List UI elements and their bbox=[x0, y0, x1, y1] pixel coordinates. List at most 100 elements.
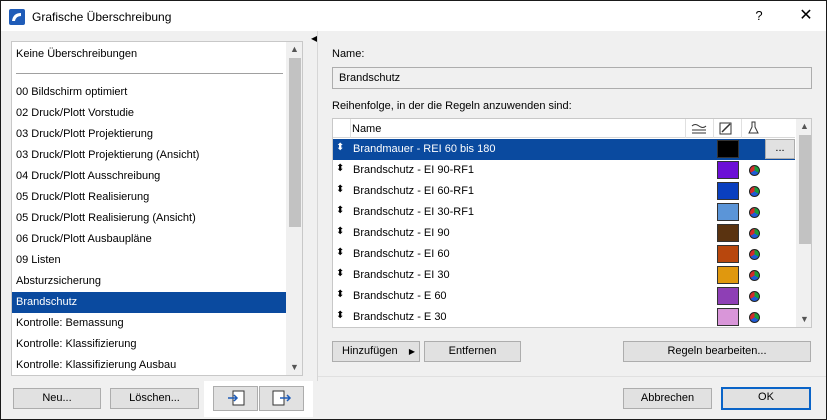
column-name-header[interactable]: Name bbox=[352, 123, 381, 135]
list-item[interactable]: 04 Druck/Plott Ausschreibung bbox=[12, 166, 286, 187]
column-divider bbox=[741, 119, 742, 138]
import-export-bar bbox=[204, 381, 313, 417]
remove-button[interactable]: Entfernen bbox=[424, 341, 521, 362]
rule-name: Brandschutz - EI 30 bbox=[353, 269, 450, 281]
drag-handle-icon[interactable]: ⬍ bbox=[336, 268, 344, 279]
rule-row[interactable]: ⬍ Brandschutz - EI 90-RF1 bbox=[333, 160, 795, 181]
rule-name: Brandschutz - EI 90 bbox=[353, 227, 450, 239]
color-swatch[interactable] bbox=[717, 203, 739, 221]
list-item[interactable]: 03 Druck/Plott Projektierung (Ansicht) bbox=[12, 145, 286, 166]
column-divider bbox=[685, 119, 686, 138]
drag-handle-icon[interactable]: ⬍ bbox=[336, 205, 344, 216]
rule-row[interactable]: ⬍ Brandschutz - EI 30 bbox=[333, 265, 795, 286]
drag-handle-icon[interactable]: ⬍ bbox=[336, 184, 344, 195]
rule-name: Brandschutz - EI 90-RF1 bbox=[353, 164, 475, 176]
rule-row[interactable]: ⬍ Brandmauer - REI 60 bis 180... bbox=[333, 139, 795, 160]
column-divider bbox=[350, 119, 351, 138]
color-swatch[interactable] bbox=[717, 182, 739, 200]
list-item[interactable]: 05 Druck/Plott Realisierung (Ansicht) bbox=[12, 208, 286, 229]
rules-scrollbar[interactable]: ▲ ▼ bbox=[796, 119, 811, 327]
color-swatch[interactable] bbox=[717, 161, 739, 179]
title-bar: Grafische Überschreibung ? ✕ bbox=[1, 1, 826, 31]
rule-name: Brandschutz - EI 60-RF1 bbox=[353, 185, 475, 197]
close-button[interactable]: ✕ bbox=[796, 5, 816, 25]
list-item[interactable]: 05 Druck/Plott Realisierung bbox=[12, 187, 286, 208]
export-button[interactable] bbox=[259, 386, 304, 411]
material-pie-icon bbox=[749, 270, 760, 281]
list-item[interactable]: 02 Druck/Plott Vorstudie bbox=[12, 103, 286, 124]
material-pie-icon bbox=[749, 228, 760, 239]
rule-row[interactable]: ⬍ Brandschutz - EI 90 bbox=[333, 223, 795, 244]
color-swatch[interactable] bbox=[717, 308, 739, 326]
list-item[interactable]: 06 Druck/Plott Ausbaupläne bbox=[12, 229, 286, 250]
chevron-up-icon[interactable]: ▲ bbox=[796, 121, 811, 131]
window-title: Grafische Überschreibung bbox=[32, 10, 172, 24]
rule-name: Brandschutz - EI 60 bbox=[353, 248, 450, 260]
no-override-item[interactable]: Keine Überschreibungen bbox=[16, 48, 137, 60]
footer-divider bbox=[318, 376, 826, 377]
list-scrollbar[interactable]: ▲ ▼ bbox=[286, 42, 302, 375]
material-pie-icon bbox=[749, 312, 760, 323]
material-pie-icon bbox=[749, 291, 760, 302]
list-item[interactable]: 03 Druck/Plott Projektierung bbox=[12, 124, 286, 145]
surface-fill-icon bbox=[691, 124, 707, 134]
color-swatch[interactable] bbox=[717, 245, 739, 263]
column-divider bbox=[713, 119, 714, 138]
rule-row[interactable]: ⬍ Brandschutz - E 30 bbox=[333, 307, 795, 327]
material-pie-icon bbox=[749, 186, 760, 197]
more-button[interactable]: ... bbox=[765, 139, 795, 159]
chevron-down-icon[interactable]: ▼ bbox=[286, 362, 302, 372]
list-item[interactable]: Brandschutz bbox=[12, 292, 286, 313]
drag-handle-icon[interactable]: ⬍ bbox=[336, 163, 344, 174]
drag-handle-icon[interactable]: ⬍ bbox=[336, 142, 344, 153]
ok-button[interactable]: OK bbox=[721, 387, 811, 410]
color-swatch[interactable] bbox=[717, 140, 739, 158]
rule-name: Brandschutz - E 30 bbox=[353, 311, 447, 323]
name-label: Name: bbox=[332, 48, 365, 60]
rule-row[interactable]: ⬍ Brandschutz - EI 60-RF1 bbox=[333, 181, 795, 202]
delete-button[interactable]: Löschen... bbox=[110, 388, 199, 409]
rules-header: Name bbox=[333, 119, 795, 138]
help-button[interactable]: ? bbox=[749, 8, 769, 23]
dialog-window: Grafische Überschreibung ? ✕ Keine Übers… bbox=[0, 0, 827, 420]
rules-rows: ⬍ Brandmauer - REI 60 bis 180... ⬍ Brandsch… bbox=[333, 139, 795, 327]
edit-rules-button[interactable]: Regeln bearbeiten... bbox=[623, 341, 811, 362]
color-swatch[interactable] bbox=[717, 287, 739, 305]
rule-name: Brandmauer - REI 60 bis 180 bbox=[353, 143, 496, 155]
pen-icon bbox=[719, 122, 732, 135]
new-button[interactable]: Neu... bbox=[13, 388, 101, 409]
rules-table[interactable]: Name ⬍ Brandmauer - REI 60 bis 180... ⬍ Bra… bbox=[332, 118, 812, 328]
list-item[interactable]: 00 Bildschirm optimiert bbox=[12, 82, 286, 103]
name-field[interactable]: Brandschutz bbox=[332, 67, 812, 89]
color-swatch[interactable] bbox=[717, 224, 739, 242]
material-pie-icon bbox=[749, 165, 760, 176]
list-item[interactable]: 09 Listen bbox=[12, 250, 286, 271]
add-button[interactable]: Hinzufügen ▶ bbox=[332, 341, 420, 362]
import-button[interactable] bbox=[213, 386, 258, 411]
rule-row[interactable]: ⬍ Brandschutz - E 60 bbox=[333, 286, 795, 307]
add-button-label: Hinzufügen bbox=[342, 345, 398, 357]
scrollbar-thumb[interactable] bbox=[289, 58, 301, 227]
list-item[interactable]: Kontrolle: Klassifizierung bbox=[12, 334, 286, 355]
color-swatch[interactable] bbox=[717, 266, 739, 284]
rule-row[interactable]: ⬍ Brandschutz - EI 60 bbox=[333, 244, 795, 265]
material-pie-icon bbox=[749, 249, 760, 260]
list-item[interactable]: Kontrolle: Bemassung bbox=[12, 313, 286, 334]
override-list[interactable]: Keine Überschreibungen 00 Bildschirm opt… bbox=[11, 41, 303, 376]
chevron-up-icon[interactable]: ▲ bbox=[286, 44, 302, 54]
drag-handle-icon[interactable]: ⬍ bbox=[336, 247, 344, 258]
list-item[interactable]: Absturzsicherung bbox=[12, 271, 286, 292]
material-pie-icon bbox=[749, 207, 760, 218]
export-icon bbox=[272, 390, 292, 406]
drag-handle-icon[interactable]: ⬍ bbox=[336, 289, 344, 300]
scrollbar-thumb[interactable] bbox=[799, 135, 811, 244]
app-icon bbox=[9, 9, 25, 25]
drag-handle-icon[interactable]: ⬍ bbox=[336, 226, 344, 237]
chevron-down-icon[interactable]: ▼ bbox=[796, 314, 811, 324]
rule-row[interactable]: ⬍ Brandschutz - EI 30-RF1 bbox=[333, 202, 795, 223]
override-items: 00 Bildschirm optimiert 02 Druck/Plott Vo… bbox=[12, 82, 286, 375]
list-item[interactable]: Kontrolle: Klassifizierung Ausbau bbox=[12, 355, 286, 375]
cancel-button[interactable]: Abbrechen bbox=[623, 388, 712, 409]
rules-label: Reihenfolge, in der die Regeln anzuwende… bbox=[332, 100, 572, 112]
drag-handle-icon[interactable]: ⬍ bbox=[336, 310, 344, 321]
